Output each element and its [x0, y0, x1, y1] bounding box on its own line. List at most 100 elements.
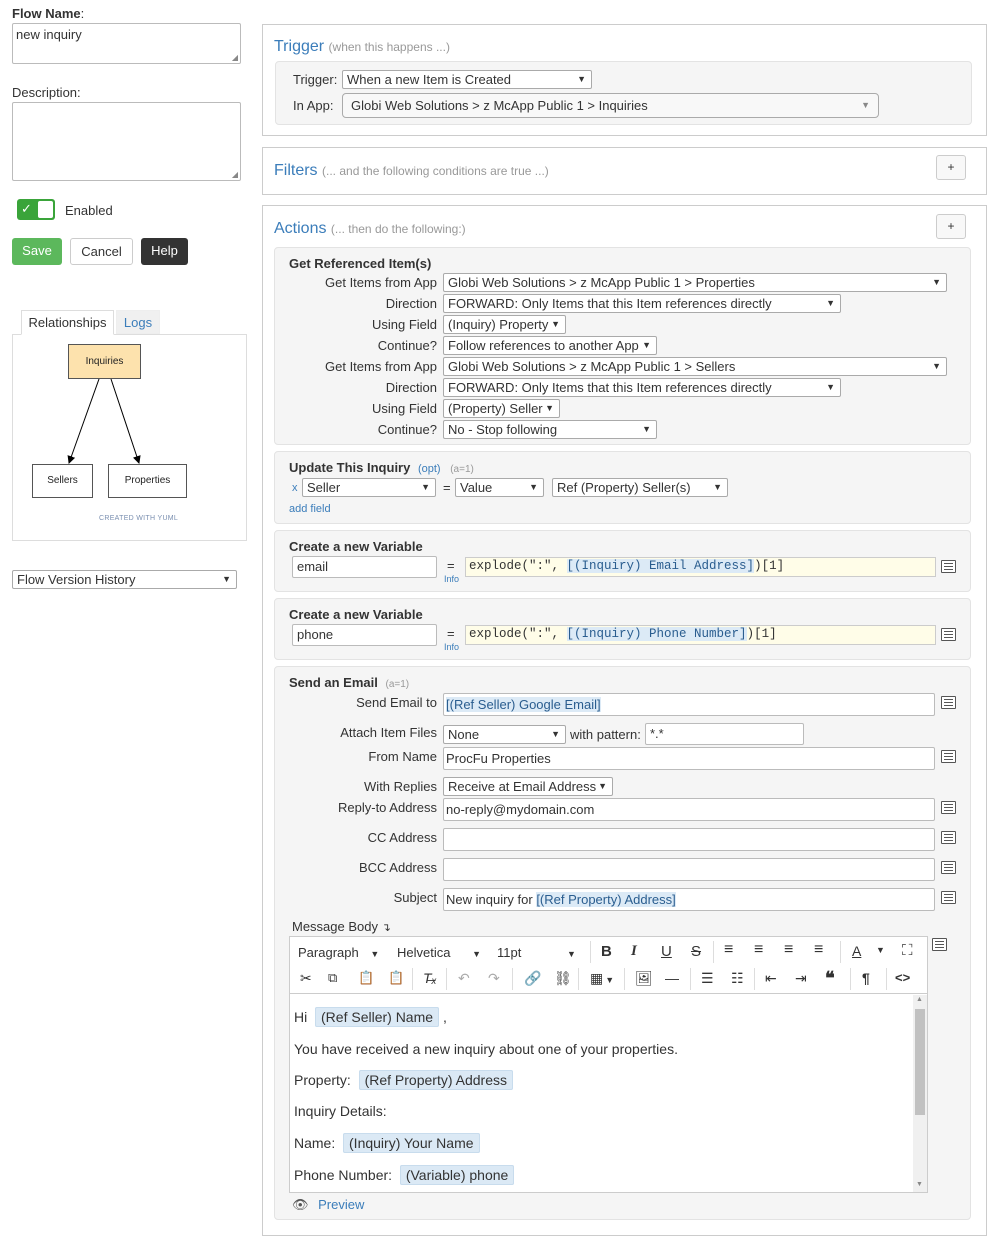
get-items-app-select[interactable]: Globi Web Solutions > z McApp Public 1 >…	[443, 357, 947, 376]
scrollbar-thumb[interactable]	[915, 1009, 925, 1115]
update-title: Update This Inquiry (opt) (a=1)	[289, 460, 474, 475]
underline-icon[interactable]: U	[661, 943, 672, 960]
from-name-input[interactable]: ProcFu Properties	[443, 747, 935, 770]
continue-select[interactable]: No - Stop following ▼	[443, 420, 657, 439]
tab-relationships[interactable]: Relationships	[21, 310, 114, 335]
scroll-up-icon[interactable]: ▲	[916, 996, 923, 1003]
bold-icon[interactable]: B	[601, 943, 612, 960]
filters-panel: Filters (... and the following condition…	[262, 147, 987, 195]
font-select[interactable]: Helvetica ▼	[397, 945, 481, 960]
in-app-select[interactable]: Globi Web Solutions > z McApp Public 1 >…	[342, 93, 879, 118]
numbered-list-icon[interactable]: ☷	[731, 970, 744, 987]
subject-label: Subject	[393, 890, 437, 905]
enabled-toggle[interactable]: ✓	[17, 199, 55, 220]
using-field-select[interactable]: (Inquiry) Property ▼	[443, 315, 566, 334]
variable-title: Create a new Variable	[289, 607, 423, 622]
blockquote-icon[interactable]: ❝	[825, 968, 835, 989]
pattern-input[interactable]: *.*	[645, 723, 804, 745]
remove-field-button[interactable]: x	[292, 482, 298, 494]
variable-picker-icon[interactable]	[941, 750, 956, 763]
format-select[interactable]: Paragraph ▼	[298, 945, 379, 960]
variable-picker-icon[interactable]	[941, 801, 956, 814]
variable-picker-icon[interactable]	[941, 560, 956, 573]
reply-to-input[interactable]: no-reply@mydomain.com	[443, 798, 935, 821]
direction-select[interactable]: FORWARD: Only Items that this Item refer…	[443, 378, 841, 397]
update-field-select[interactable]: Seller ▼	[302, 478, 436, 497]
resize-grip-icon[interactable]: ◢	[232, 53, 238, 62]
expand-arrow-icon[interactable]: ↴	[382, 922, 391, 934]
using-field-select[interactable]: (Property) Seller ▼	[443, 399, 560, 418]
paste-text-icon[interactable]: 📋	[388, 970, 404, 986]
help-button[interactable]: Help	[141, 238, 188, 265]
resize-grip-icon[interactable]: ◢	[232, 170, 238, 179]
opt-link[interactable]: (opt)	[418, 463, 441, 475]
update-mode-select[interactable]: Value ▼	[455, 478, 544, 497]
link-icon[interactable]: 🔗	[524, 970, 541, 987]
align-center-icon[interactable]: ≡	[754, 941, 763, 959]
subject-input[interactable]: New inquiry for [(Ref Property) Address]	[443, 888, 935, 911]
attach-files-select[interactable]: None ▼	[443, 725, 566, 744]
clear-format-icon[interactable]: T̶ₓ	[423, 970, 437, 986]
trigger-title: Trigger (when this happens ...)	[274, 38, 450, 55]
size-select[interactable]: 11pt ▼	[497, 945, 576, 960]
trigger-select[interactable]: When a new Item is Created ▼	[342, 70, 592, 89]
continue-select[interactable]: Follow references to another App ▼	[443, 336, 657, 355]
strikethrough-icon[interactable]: S	[691, 943, 701, 960]
scroll-down-icon[interactable]: ▼	[916, 1181, 923, 1188]
undo-icon[interactable]: ↶	[458, 970, 470, 987]
bullet-list-icon[interactable]: ☰	[701, 970, 714, 987]
paragraph-icon[interactable]: ¶	[862, 970, 870, 986]
redo-icon[interactable]: ↷	[488, 970, 500, 987]
info-link[interactable]: Info	[444, 574, 459, 584]
save-button[interactable]: Save	[12, 238, 62, 265]
variable-picker-icon[interactable]	[941, 861, 956, 874]
fullscreen-icon[interactable]: ⛶	[902, 942, 913, 959]
update-value-select[interactable]: Ref (Property) Seller(s) ▼	[552, 478, 728, 497]
variable-picker-icon[interactable]	[941, 891, 956, 904]
add-field-link[interactable]: add field	[289, 503, 331, 515]
description-input[interactable]: ◢	[12, 102, 241, 181]
cut-icon[interactable]: ✂	[300, 970, 312, 987]
preview-link[interactable]: 👁 Preview	[292, 1197, 364, 1213]
chevron-down-icon[interactable]: ▼	[876, 945, 885, 955]
variable-picker-icon[interactable]	[941, 628, 956, 641]
outdent-icon[interactable]: ⇤	[765, 970, 777, 987]
flow-version-history-select[interactable]: Flow Version History ▼	[12, 570, 237, 589]
diagram-node-sellers: Sellers	[32, 464, 93, 498]
horizontal-rule-icon[interactable]: —	[665, 970, 679, 986]
editor-scrollbar[interactable]: ▲ ▼	[913, 995, 927, 1192]
variable-picker-icon[interactable]	[932, 938, 947, 951]
table-icon[interactable]: ▦ ▼	[590, 970, 614, 987]
add-filter-button[interactable]: +	[936, 155, 966, 180]
indent-icon[interactable]: ⇥	[795, 970, 807, 987]
send-to-input[interactable]: [(Ref Seller) Google Email]	[443, 693, 935, 716]
cancel-button[interactable]: Cancel	[70, 238, 133, 265]
align-left-icon[interactable]: ≡	[724, 941, 733, 959]
cc-input[interactable]	[443, 828, 935, 851]
get-items-app-select[interactable]: Globi Web Solutions > z McApp Public 1 >…	[443, 273, 947, 292]
tab-logs[interactable]: Logs	[116, 310, 160, 334]
variable-name-input[interactable]: phone	[292, 624, 437, 646]
align-right-icon[interactable]: ≡	[784, 941, 793, 959]
variable-expression-input[interactable]: explode(":", [(Inquiry) Email Address])[…	[465, 557, 936, 577]
variable-picker-icon[interactable]	[941, 831, 956, 844]
add-action-button[interactable]: +	[936, 214, 966, 239]
bcc-input[interactable]	[443, 858, 935, 881]
copy-icon[interactable]: ⧉	[328, 970, 337, 986]
flow-name-input[interactable]: new inquiry ◢	[12, 23, 241, 64]
direction-select[interactable]: FORWARD: Only Items that this Item refer…	[443, 294, 841, 313]
editor-body[interactable]: Hi (Ref Seller) Name , You have received…	[290, 995, 912, 1192]
align-justify-icon[interactable]: ≡	[814, 941, 823, 959]
image-icon[interactable]: 🖼	[635, 970, 653, 987]
italic-icon[interactable]: I	[631, 943, 637, 960]
source-code-icon[interactable]: <>	[895, 970, 910, 985]
eye-icon: 👁	[292, 1197, 309, 1212]
paste-icon[interactable]: 📋	[358, 970, 374, 986]
variable-expression-input[interactable]: explode(":", [(Inquiry) Phone Number])[1…	[465, 625, 936, 645]
text-color-icon[interactable]: A	[852, 943, 861, 959]
variable-picker-icon[interactable]	[941, 696, 956, 709]
info-link[interactable]: Info	[444, 642, 459, 652]
with-replies-select[interactable]: Receive at Email Address ▼	[443, 777, 613, 796]
unlink-icon[interactable]: ⛓	[554, 970, 572, 987]
variable-name-input[interactable]: email	[292, 556, 437, 578]
